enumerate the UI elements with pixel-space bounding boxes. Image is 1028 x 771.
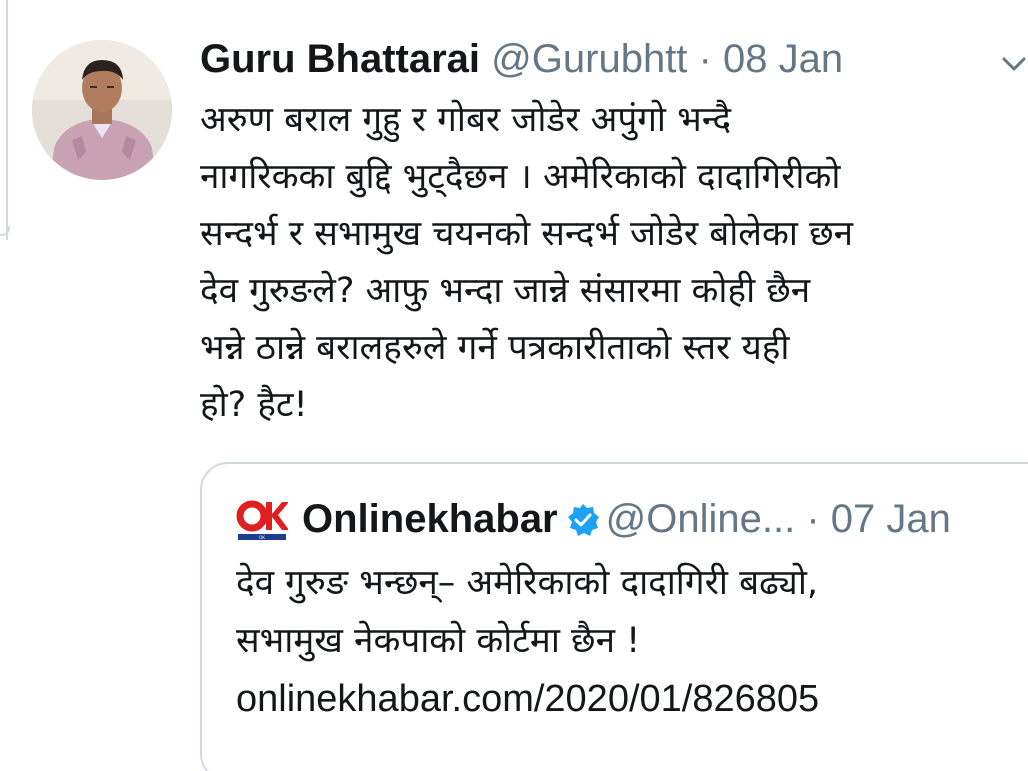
tweet-text-line: देव गुरुङले? आफु भन्दा जान्ने संसारमा को… <box>200 271 811 311</box>
tweet-text-line: सन्दर्भ र सभामुख चयनको सन्दर्भ जोडेर बोल… <box>200 214 854 254</box>
tweet-text-line: भन्ने ठान्ने बरालहरुले गर्ने पत्रकारीताक… <box>200 328 790 368</box>
thread-line <box>6 0 8 240</box>
avatar-photo <box>32 40 172 180</box>
thread-line-end <box>0 226 10 236</box>
tweet-screen: Guru Bhattarai @Gurubhtt · 08 Jan अरुण ब… <box>0 0 1028 771</box>
dot-separator: · <box>698 37 712 81</box>
tweet-text: अरुण बराल गुहु र गोबर जोडेर अपुंगो भन्दै… <box>200 92 1028 434</box>
tweet-text-line: हो? हैट! <box>200 385 308 425</box>
onlinekhabar-logo: OK <box>236 494 289 546</box>
quoted-tweet-card[interactable]: OK Onlinekhabar @Online... · 07 Jan देव ग… <box>200 462 1028 771</box>
author-name[interactable]: Guru Bhattarai <box>200 37 480 81</box>
verified-badge-icon <box>566 501 600 536</box>
tweet-text-line: अरुण बराल गुहु र गोबर जोडेर अपुंगो भन्दै <box>200 100 732 140</box>
quote-text-line: देव गुरुङ भन्छन्– अमेरिकाको दादागिरी बढ्… <box>236 563 819 603</box>
tweet-header: Guru Bhattarai @Gurubhtt · 08 Jan <box>200 36 843 82</box>
quote-author-handle[interactable]: @Online... <box>606 497 796 541</box>
verified-badge-icon-svg <box>567 504 599 536</box>
onlinekhabar-logo-svg: OK <box>236 500 289 540</box>
quote-text: देव गुरुङ भन्छन्– अमेरिकाको दादागिरी बढ्… <box>236 554 819 728</box>
tweet-text-line: नागरिकका बुद्दि भुट्दैछन । अमेरिकाको दाद… <box>200 157 841 197</box>
tweet-date[interactable]: 08 Jan <box>723 37 843 81</box>
quote-header: Onlinekhabar @Online... · 07 Jan <box>302 496 951 542</box>
quote-text-line: सभामुख नेकपाको कोर्टमा छैन ! <box>236 621 641 661</box>
chevron-down-icon[interactable] <box>1000 50 1028 78</box>
chevron-down-icon-svg <box>1002 57 1026 71</box>
quote-author-name[interactable]: Onlinekhabar <box>302 497 558 541</box>
author-handle[interactable]: @Gurubhtt <box>491 37 687 81</box>
dot-separator: · <box>806 497 820 541</box>
quote-link[interactable]: onlinekhabar.com/2020/01/826805 <box>236 670 819 728</box>
avatar[interactable] <box>32 40 172 180</box>
logo-text: OK <box>259 535 265 540</box>
quote-date[interactable]: 07 Jan <box>831 497 951 541</box>
